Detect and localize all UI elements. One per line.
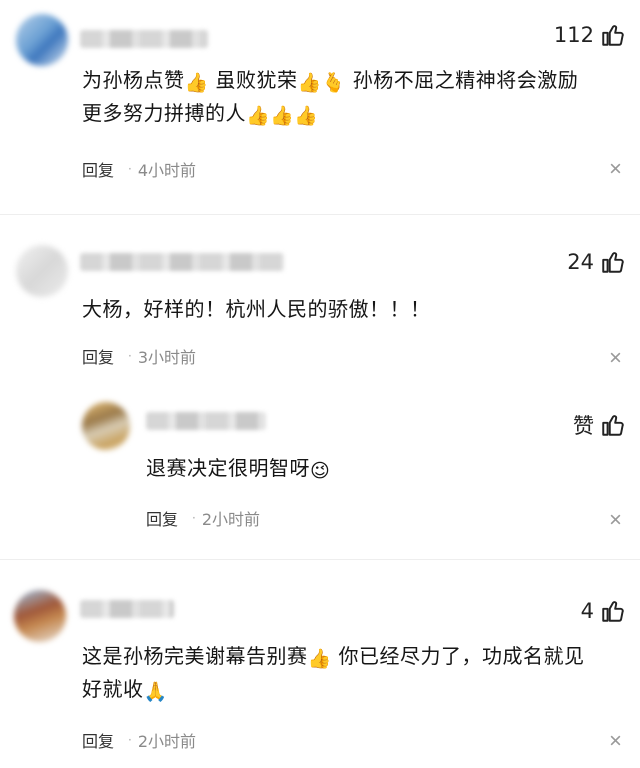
thumbs-up-icon — [602, 415, 624, 436]
like-count: 24 — [567, 250, 594, 274]
timestamp: 2小时前 — [137, 732, 197, 751]
username-blurred[interactable] — [80, 30, 208, 48]
comment-meta: 回复 · 3小时前 — [82, 344, 196, 368]
like-control[interactable]: 112 — [554, 22, 626, 48]
comment-text: 为孙杨点赞👍 虽败犹荣👍🫰 孙杨不屈之精神将会激励 更多努力拼搏的人👍👍👍 — [82, 68, 579, 127]
reply-button[interactable]: 回复 — [82, 157, 114, 181]
reply-text: 退赛决定很明智呀😉 — [146, 456, 331, 482]
close-icon[interactable] — [609, 351, 622, 364]
comment-3: 4 这是孙杨完美谢幕告别赛👍 你已经尽力了，功成名就见 好就收🙏 回复 · 2小… — [0, 560, 640, 768]
avatar[interactable] — [16, 14, 68, 66]
avatar[interactable] — [82, 402, 130, 450]
like-control[interactable]: 4 — [581, 598, 626, 624]
thumbs-up-emoji: 👍🫰 — [297, 72, 346, 94]
like-count: 4 — [580, 599, 594, 623]
thumbs-up-emoji: 👍 — [307, 648, 332, 670]
close-icon[interactable] — [609, 513, 622, 526]
close-icon[interactable] — [609, 734, 622, 747]
comment-text: 大杨，好样的！杭州人民的骄傲！！！ — [82, 297, 431, 321]
timestamp: 3小时前 — [137, 348, 197, 367]
wink-emoji: 😉 — [310, 460, 331, 482]
username-blurred[interactable] — [146, 412, 266, 430]
username-blurred[interactable] — [80, 253, 284, 271]
like-count: 112 — [553, 23, 594, 47]
username-blurred[interactable] — [80, 600, 174, 618]
thumbs-up-emoji: 👍👍👍 — [246, 105, 319, 127]
like-control[interactable]: 赞 — [573, 410, 626, 440]
thumbs-up-icon — [602, 25, 624, 46]
comment-meta: 回复 · 4小时前 — [82, 157, 196, 181]
like-label: 赞 — [573, 414, 594, 438]
close-icon[interactable] — [609, 162, 622, 175]
comment-meta: 回复 · 2小时前 — [82, 728, 196, 752]
separator-dot: · — [192, 511, 196, 525]
thumbs-up-icon — [602, 252, 624, 273]
comment-2: 24 大杨，好样的！杭州人民的骄傲！！！ 回复 · 3小时前 赞 退赛决定很明智… — [0, 215, 640, 560]
thumbs-up-emoji: 👍 — [184, 72, 209, 94]
avatar[interactable] — [16, 245, 68, 297]
reply-button[interactable]: 回复 — [82, 728, 114, 752]
timestamp: 4小时前 — [137, 161, 197, 180]
praying-hands-emoji: 🙏 — [143, 681, 168, 703]
like-control[interactable]: 24 — [567, 249, 626, 275]
comment-1: 112 为孙杨点赞👍 虽败犹荣👍🫰 孙杨不屈之精神将会激励 更多努力拼搏的人👍👍… — [0, 0, 640, 215]
avatar[interactable] — [14, 590, 66, 642]
timestamp: 2小时前 — [201, 510, 261, 529]
separator-dot: · — [128, 733, 132, 747]
thumbs-up-icon — [602, 601, 624, 622]
reply-button[interactable]: 回复 — [146, 506, 178, 530]
reply-meta: 回复 · 2小时前 — [146, 506, 260, 530]
separator-dot: · — [128, 349, 132, 363]
reply-button[interactable]: 回复 — [82, 344, 114, 368]
comment-text: 这是孙杨完美谢幕告别赛👍 你已经尽力了，功成名就见 好就收🙏 — [82, 644, 585, 703]
separator-dot: · — [128, 162, 132, 176]
